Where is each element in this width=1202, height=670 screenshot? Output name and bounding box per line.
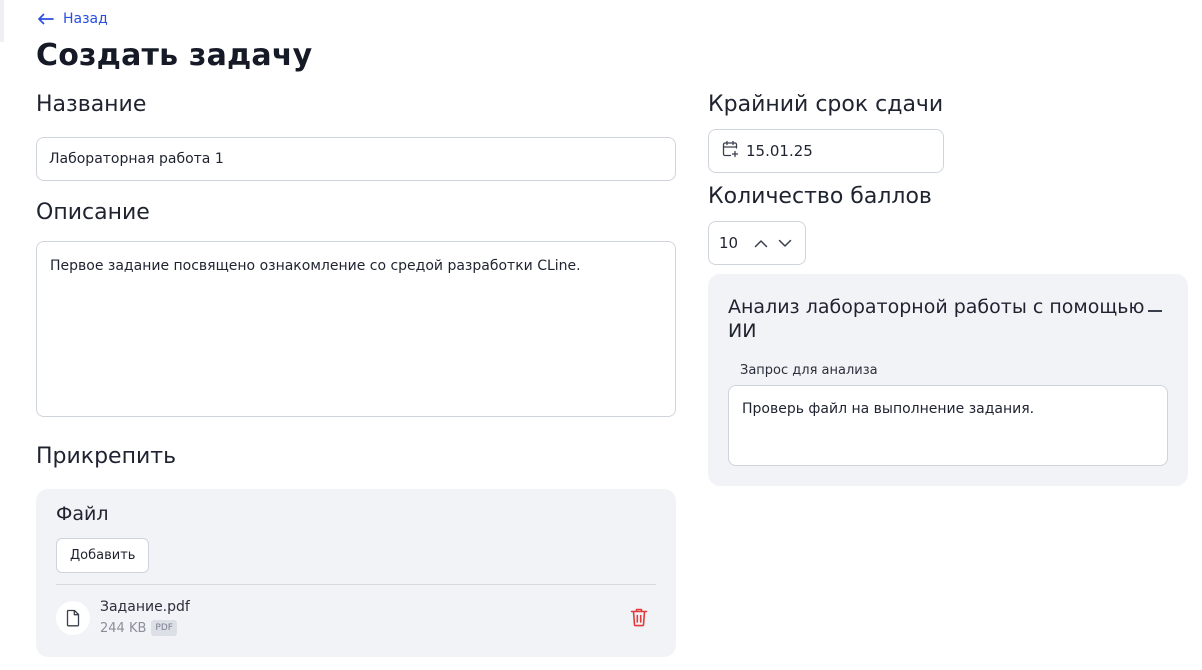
file-section-heading: Файл: [56, 503, 109, 525]
points-value: 10: [719, 234, 739, 252]
ai-prompt-value: Проверь файл на выполнение задания.: [742, 401, 1035, 417]
calendar-add-icon: [721, 140, 739, 162]
points-number-input[interactable]: 10: [708, 221, 806, 265]
back-link[interactable]: Назад: [37, 11, 108, 27]
attachment-type-badge: PDF: [151, 620, 177, 636]
arrow-left-icon: [37, 13, 54, 25]
task-description-textarea[interactable]: Первое задание посвящено ознакомление со…: [36, 241, 676, 417]
back-link-label: Назад: [63, 11, 108, 27]
chevron-down-icon: [778, 236, 792, 251]
chevron-up-icon: [754, 236, 768, 251]
deadline-date-picker[interactable]: 15.01.25: [708, 129, 944, 173]
attachment-file-size: 244 KB: [100, 620, 147, 636]
prompt-label: Запрос для анализа: [740, 363, 878, 378]
deadline-value: 15.01.25: [746, 142, 813, 160]
ai-analysis-title: Анализ лабораторной работы с помощью ИИ: [728, 296, 1145, 342]
task-description-value: Первое задание посвящено ознакомление со…: [50, 258, 581, 274]
decrement-button[interactable]: [773, 236, 797, 251]
description-label: Описание: [36, 200, 150, 225]
attachments-panel: Файл Добавить Задание.pdf 244 KB PDF: [36, 489, 676, 657]
page-title: Создать задачу: [36, 38, 313, 73]
ai-prompt-textarea[interactable]: Проверь файл на выполнение задания.: [728, 385, 1168, 466]
ai-analysis-panel: Анализ лабораторной работы с помощью ИИ …: [708, 274, 1188, 486]
name-label: Название: [36, 92, 147, 117]
attachments-divider: [56, 584, 656, 585]
increment-button[interactable]: [749, 236, 773, 251]
attach-label: Прикрепить: [36, 444, 177, 469]
file-icon: [56, 601, 90, 635]
attachment-file-name[interactable]: Задание.pdf: [100, 599, 190, 615]
left-edge-divider: [0, 0, 4, 42]
create-task-page: Назад Создать задачу Название Лабораторн…: [0, 0, 1202, 670]
collapse-button[interactable]: [1148, 304, 1162, 318]
delete-attachment-button[interactable]: [630, 607, 648, 630]
points-label: Количество баллов: [708, 184, 932, 209]
task-name-input[interactable]: Лабораторная работа 1: [36, 137, 676, 181]
attachment-item: Задание.pdf 244 KB PDF: [56, 597, 656, 641]
trash-icon: [630, 608, 648, 630]
attachment-meta: 244 KB PDF: [100, 620, 177, 636]
minus-icon: [1148, 310, 1162, 312]
add-file-button[interactable]: Добавить: [56, 538, 150, 573]
deadline-label: Крайний срок сдачи: [708, 92, 944, 117]
task-name-value: Лабораторная работа 1: [49, 151, 224, 167]
